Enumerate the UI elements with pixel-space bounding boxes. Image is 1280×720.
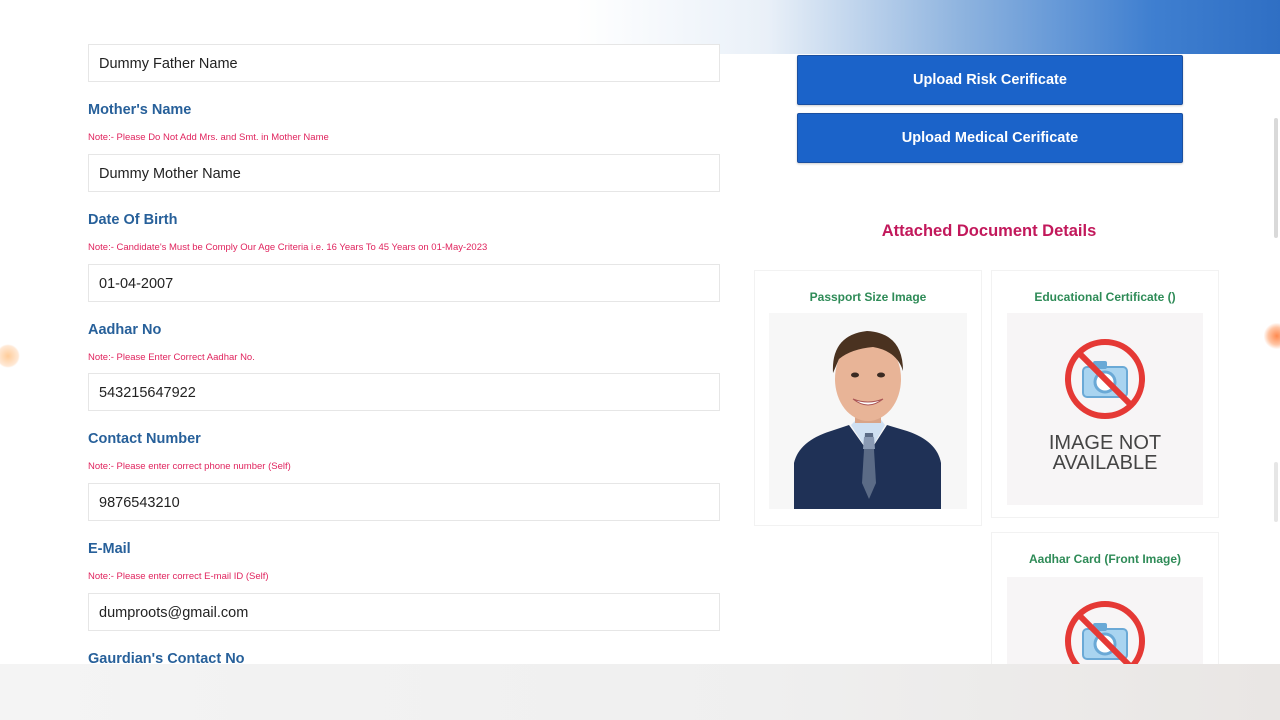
education-title: Educational Certificate () <box>1034 290 1176 304</box>
aadhar-front-title: Aadhar Card (Front Image) <box>1028 552 1181 566</box>
dob-label: Date Of Birth <box>88 212 178 228</box>
guardian-label: Gaurdian's Contact No <box>88 651 245 664</box>
mother-name-field: Mother's Name Note:- Please Do Not Add M… <box>88 102 722 143</box>
aadhar-front-card: Aadhar Card (Front Image) <box>991 532 1219 673</box>
personal-details-form: Dummy Father Name Mother's Name Note:- P… <box>88 0 722 664</box>
aadhar-label: Aadhar No <box>88 322 162 338</box>
dob-input[interactable]: 01-04-2007 <box>88 264 720 302</box>
attached-documents-title: Attached Document Details <box>881 222 1097 240</box>
mother-name-note: Note:- Please Do Not Add Mrs. and Smt. i… <box>88 132 329 143</box>
passport-card: Passport Size Image <box>754 270 982 526</box>
contact-note: Note:- Please enter correct phone number… <box>88 461 291 472</box>
contact-field: Contact Number Note:- Please enter corre… <box>88 431 722 472</box>
dob-note: Note:- Candidate's Must be Comply Our Ag… <box>88 242 488 253</box>
education-image[interactable]: IMAGE NOT AVAILABLE <box>1007 313 1203 505</box>
bottom-bar <box>0 664 1280 720</box>
mother-name-input[interactable]: Dummy Mother Name <box>88 154 720 192</box>
image-not-available-line1: IMAGE NOT <box>1048 432 1162 454</box>
email-input[interactable]: dumproots@gmail.com <box>88 593 720 631</box>
floating-edit-icon[interactable] <box>0 344 20 368</box>
passport-title: Passport Size Image <box>809 290 927 304</box>
mother-name-label: Mother's Name <box>88 102 192 118</box>
email-field: E-Mail Note:- Please enter correct E-mai… <box>88 541 722 582</box>
aadhar-input[interactable]: 543215647922 <box>88 373 720 411</box>
image-not-available-line2: AVAILABLE <box>1052 452 1158 474</box>
father-name-input[interactable]: Dummy Father Name <box>88 44 720 82</box>
scrollbar-track[interactable] <box>1274 462 1278 522</box>
aadhar-field: Aadhar No Note:- Please Enter Correct Aa… <box>88 322 722 363</box>
upload-risk-button[interactable]: Upload Risk Cerificate <box>797 55 1183 105</box>
passport-photo[interactable] <box>769 313 967 509</box>
scrollbar-thumb[interactable] <box>1274 118 1278 238</box>
email-label: E-Mail <box>88 541 131 557</box>
dob-field: Date Of Birth Note:- Candidate's Must be… <box>88 212 722 253</box>
email-note: Note:- Please enter correct E-mail ID (S… <box>88 571 269 582</box>
person-photo <box>794 331 941 509</box>
upload-medical-button[interactable]: Upload Medical Cerificate <box>797 113 1183 163</box>
education-card: Educational Certificate () IMAGE NOT AVA… <box>991 270 1219 518</box>
floating-action-icon[interactable] <box>1264 322 1280 350</box>
aadhar-note: Note:- Please Enter Correct Aadhar No. <box>88 352 255 363</box>
no-camera-icon <box>1065 339 1145 419</box>
contact-label: Contact Number <box>88 431 201 447</box>
no-camera-icon <box>1065 601 1145 665</box>
guardian-field: Gaurdian's Contact No <box>88 651 722 664</box>
contact-input[interactable]: 9876543210 <box>88 483 720 521</box>
aadhar-front-image[interactable] <box>1007 577 1203 665</box>
